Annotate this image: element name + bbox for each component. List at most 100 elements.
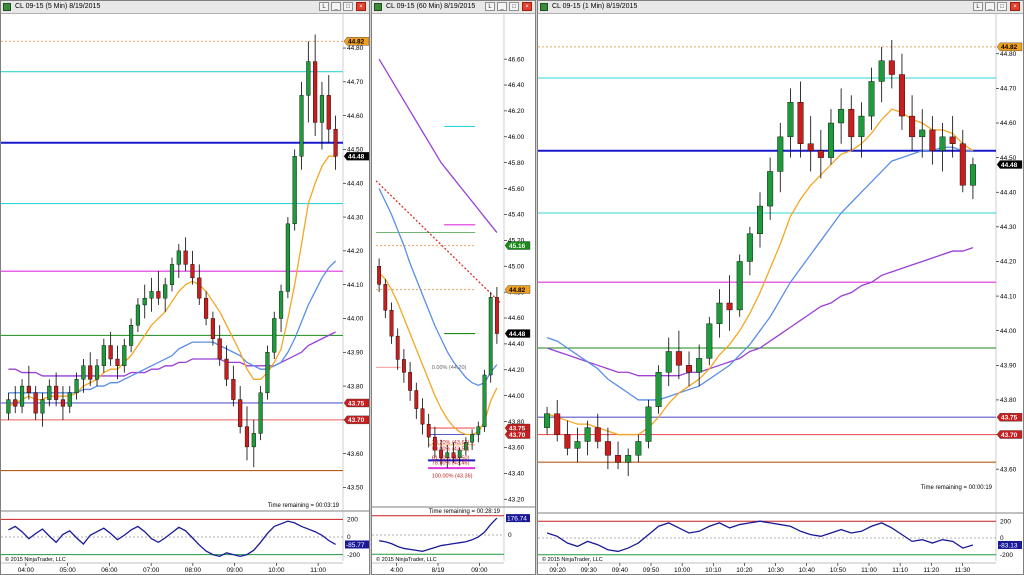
link-button[interactable]: L [973,2,983,11]
candle [888,39,895,89]
candle-body [108,345,113,360]
chart-window-5min[interactable]: CL 09-15 (5 Min) 8/19/2015 L _ □ × 44.80… [0,0,370,575]
price-tag: 44.48 [504,329,531,338]
fib-label: 0.00% (44.20) [432,365,467,371]
x-tick-label: 11:30 [955,567,971,574]
copyright-text: © 2015 NinjaTrader, LLC [5,556,66,563]
close-button[interactable]: × [1010,2,1020,11]
candle-body [204,297,209,319]
fib-label: 78.60% (43.46) [432,461,470,467]
candle-body [848,108,855,138]
time-remaining: Time remaining = 00:03:19 [268,503,340,509]
candle [494,286,499,344]
price-tag-label: 44.82 [348,39,365,46]
ema-long-line [546,247,974,377]
candle [726,275,733,331]
candle [584,420,591,456]
chart-canvas[interactable]: 44.8044.7044.6044.5044.4044.3044.2044.10… [538,13,1024,575]
candle-body [584,427,591,442]
x-tick-label: 07:00 [143,567,160,574]
candle-body [488,297,493,376]
candle-body [149,291,154,299]
candle [797,81,804,158]
chart-window-1min[interactable]: CL 09-15 (1 Min) 8/19/2015 L _ □ × 44.80… [537,0,1024,575]
candle [40,392,45,427]
candle [149,277,154,312]
y-tick-label: 44.80 [1000,51,1017,58]
candle-body [408,372,413,391]
candle-body [19,385,25,407]
chart-canvas[interactable]: 0.00% (44.20) 38.20% (43.62)50.00% (43.57… [372,13,536,575]
candle-body [888,60,895,75]
candle [94,359,100,387]
candle-body [285,223,290,292]
candle-body [33,392,38,414]
candle [251,419,256,468]
price-tag: 44.82 [504,285,531,294]
candle [625,448,632,477]
candle [838,88,845,144]
candle [470,429,475,451]
candle-body [420,408,425,425]
candle [665,337,672,387]
osc-value-tag: -85.77 [345,540,369,549]
y-tick-label: 43.60 [347,451,364,458]
candle [604,427,611,470]
candle-body [278,291,284,319]
candle-body [238,399,243,427]
price-tag-label: 44.48 [348,154,365,161]
candle [807,116,814,172]
candle-body [929,129,936,151]
link-button[interactable]: L [485,2,495,11]
candle-body [655,372,662,408]
y-tick-label: 44.20 [347,248,364,255]
minimize-button[interactable]: _ [497,2,507,11]
price-tag: 43.75 [996,413,1023,422]
candle [156,271,161,305]
minimize-button[interactable]: _ [985,2,995,11]
chart-window-60min[interactable]: CL 09-15 (60 Min) 8/19/2015 L _ □ × 0.00… [371,0,536,575]
candle-body [574,441,581,449]
y-tick-label: 44.70 [347,79,364,86]
y-tick-label: 44.40 [1000,189,1017,196]
x-tick-label: 10:00 [674,567,691,574]
link-button[interactable]: L [319,2,329,11]
candle [544,406,551,435]
candle-body [401,359,406,373]
candle [757,192,763,248]
copyright-text: © 2015 NinjaTrader, LLC [376,556,437,563]
maximize-button[interactable]: □ [343,2,353,11]
maximize-button[interactable]: □ [997,2,1007,11]
y-tick-label: 43.60 [1000,466,1017,473]
osc-tick-label: 0 [508,532,512,539]
close-button[interactable]: × [356,2,366,11]
y-tick-label: 45.60 [508,186,525,193]
candle-body [838,108,845,124]
candle [60,386,66,420]
candle-body [292,156,297,225]
fib-label: 38.20% (43.62) [432,440,470,446]
candle-body [494,297,499,334]
candle-body [13,399,18,407]
close-button[interactable]: × [522,2,532,11]
candle-body [554,413,561,435]
candle-body [244,426,250,448]
candle [777,123,784,193]
candle [574,427,581,463]
candle [389,302,394,344]
minimize-button[interactable]: _ [331,2,341,11]
osc-tick-label: 200 [347,517,358,524]
y-tick-label: 43.90 [1000,363,1017,370]
y-tick-label: 45.00 [508,263,525,270]
candle-body [426,423,431,438]
maximize-button[interactable]: □ [509,2,519,11]
ema-fast-line [546,108,974,436]
candle-body [197,277,202,299]
candle [395,328,400,370]
candle-body [377,266,382,285]
x-tick-label: 08:00 [185,567,202,574]
ema-long-line [378,58,498,233]
candle-body [949,136,956,144]
candle-body [190,264,195,279]
chart-canvas[interactable]: 44.8044.7044.6044.5044.4044.3044.2044.10… [1,13,370,575]
